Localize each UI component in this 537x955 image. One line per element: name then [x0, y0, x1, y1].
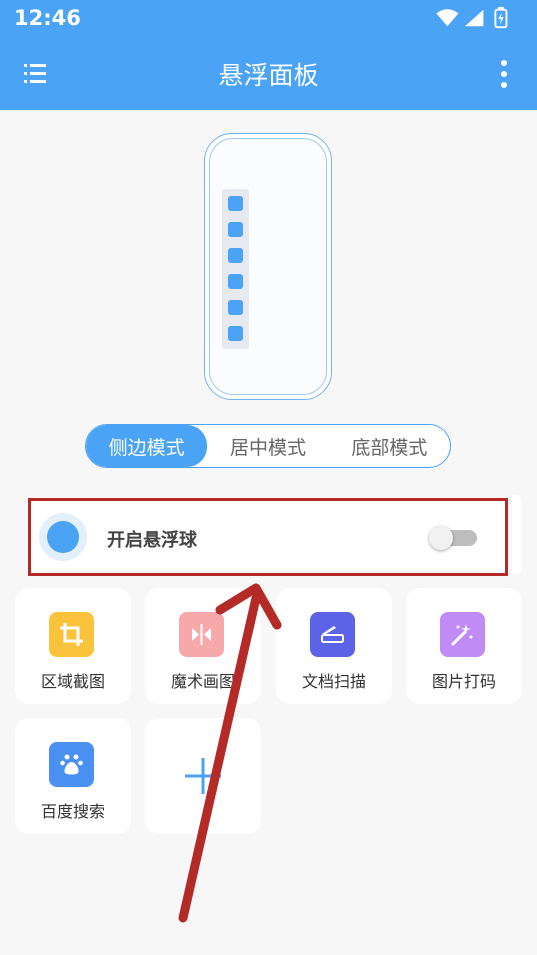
- float-ball-switch[interactable]: [429, 526, 477, 550]
- mode-selector: 侧边模式 居中模式 底部模式: [85, 424, 451, 468]
- preview-dot: [228, 222, 243, 237]
- float-ball-label: 开启悬浮球: [107, 530, 197, 551]
- preview-screen: [209, 138, 327, 395]
- more-options-icon[interactable]: [497, 58, 511, 90]
- add-tool-button[interactable]: [145, 718, 261, 834]
- tab-bottom-mode[interactable]: 底部模式: [329, 425, 450, 467]
- magic-wand-icon: [440, 612, 485, 657]
- battery-icon: [494, 6, 508, 29]
- preview-dot: [228, 248, 243, 263]
- scanner-icon: [310, 612, 355, 657]
- baidu-paw-icon: [49, 742, 94, 787]
- tool-magic-paint[interactable]: 魔术画图: [145, 588, 261, 704]
- page-title: 悬浮面板: [218, 61, 319, 90]
- tool-image-mosaic[interactable]: 图片打码: [406, 588, 522, 704]
- card-edge: [512, 495, 522, 575]
- preview-dot: [228, 326, 243, 341]
- tab-side-mode[interactable]: 侧边模式: [86, 425, 208, 467]
- status-icons: [436, 6, 508, 29]
- status-bar: 12:46: [0, 0, 537, 38]
- tool-baidu-search[interactable]: 百度搜索: [15, 718, 131, 834]
- crop-icon: [49, 612, 94, 657]
- status-time: 12:46: [14, 6, 81, 30]
- signal-icon: [464, 9, 484, 27]
- float-ball-icon: [39, 513, 87, 561]
- float-ball-card: 开启悬浮球: [28, 498, 508, 576]
- preview-side-strip: [222, 189, 249, 349]
- tool-label: 区域截图: [40, 672, 105, 691]
- tool-label: 百度搜索: [40, 802, 105, 821]
- tool-document-scan[interactable]: 文档扫描: [276, 588, 392, 704]
- preview-dot: [228, 300, 243, 315]
- tab-center-mode[interactable]: 居中模式: [207, 425, 328, 467]
- preview-dot: [228, 196, 243, 211]
- plus-icon: [185, 758, 221, 794]
- tool-label: 文档扫描: [301, 672, 366, 691]
- preview-dot: [228, 274, 243, 289]
- tool-label: 魔术画图: [170, 672, 235, 691]
- magic-paint-icon: [179, 612, 224, 657]
- wifi-icon: [436, 9, 459, 27]
- mode-preview: [204, 133, 332, 400]
- tool-area-screenshot[interactable]: 区域截图: [15, 588, 131, 704]
- app-bar: 悬浮面板: [0, 38, 537, 110]
- tool-label: 图片打码: [431, 672, 496, 691]
